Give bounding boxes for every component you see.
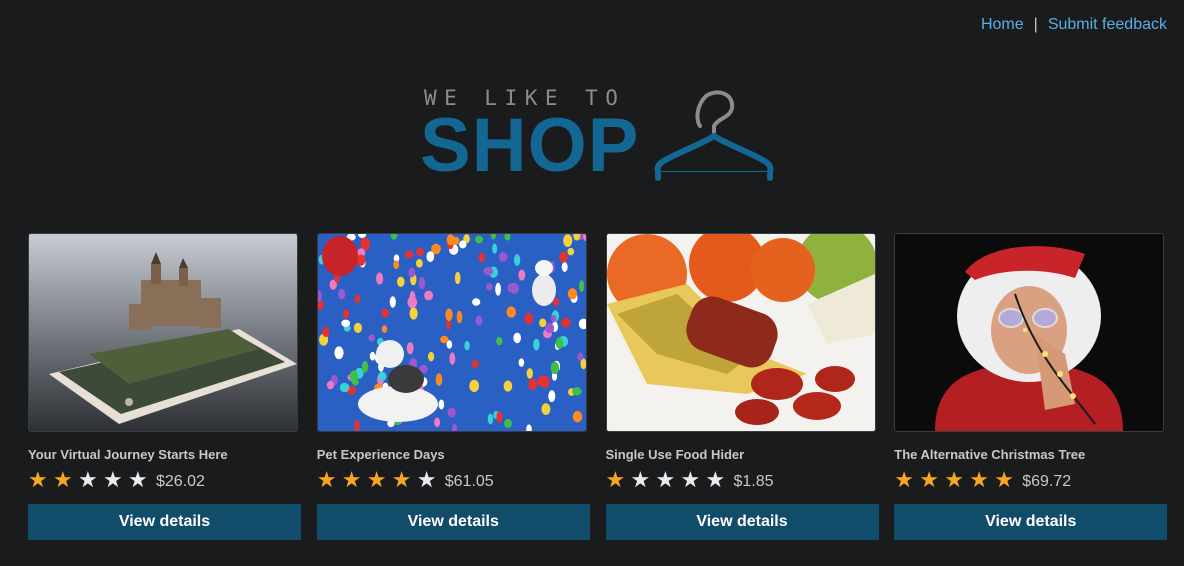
star-empty-icon: ★ <box>655 466 676 492</box>
star-empty-icon: ★ <box>128 466 148 492</box>
product-title[interactable]: The Alternative Christmas Tree <box>894 447 1168 462</box>
product-title[interactable]: Single Use Food Hider <box>606 447 880 462</box>
product-price: $1.85 <box>733 473 774 490</box>
star-empty-icon: ★ <box>416 466 437 492</box>
star-filled-icon: ★ <box>366 466 387 492</box>
star-empty-icon: ★ <box>705 466 726 492</box>
logo-brand: SHOP <box>420 103 640 188</box>
product-rating-row: ★ ★ ★ ★ ★ $1.85 <box>606 468 880 492</box>
dogs-balloons-image <box>317 234 586 431</box>
product-price: $61.05 <box>444 473 494 490</box>
product-card: Single Use Food Hider ★ ★ ★ ★ ★ $1.85 View d… <box>605 233 880 540</box>
star-filled-icon: ★ <box>605 466 626 492</box>
product-title[interactable]: Your Virtual Journey Starts Here <box>28 447 302 462</box>
product-rating-row: ★ ★ ★ ★ ★ $61.05 <box>317 468 591 492</box>
star-rating: ★ ★ ★ ★ ★ <box>894 466 1019 492</box>
hanger-icon <box>652 90 776 182</box>
view-details-button[interactable]: View details <box>894 504 1168 540</box>
product-image-christmas-tree[interactable] <box>894 233 1165 432</box>
nav-separator: | <box>1033 16 1038 33</box>
product-price: $69.72 <box>1022 473 1072 490</box>
star-empty-icon: ★ <box>78 466 98 492</box>
product-image-dogs-balloons[interactable] <box>316 233 587 432</box>
shop-logo[interactable]: WE LIKE TO SHOP <box>420 86 780 186</box>
star-filled-icon: ★ <box>894 466 914 492</box>
product-title[interactable]: Pet Experience Days <box>317 447 591 462</box>
view-details-button[interactable]: View details <box>28 504 301 540</box>
banana-sausage-image <box>606 234 875 431</box>
star-filled-icon: ★ <box>969 466 989 492</box>
product-image-food-hider[interactable] <box>605 233 876 432</box>
star-empty-icon: ★ <box>680 466 701 492</box>
star-empty-icon: ★ <box>630 466 651 492</box>
santa-lights-image <box>895 234 1164 431</box>
product-rating-row: ★ ★ ★ ★ ★ $26.02 <box>28 468 302 492</box>
star-rating: ★ ★ ★ ★ ★ <box>605 466 731 492</box>
star-rating: ★ ★ ★ ★ ★ <box>28 466 153 492</box>
star-filled-icon: ★ <box>994 466 1014 492</box>
star-filled-icon: ★ <box>944 466 964 492</box>
product-image-phone-castle[interactable] <box>28 233 298 432</box>
star-filled-icon: ★ <box>316 466 337 492</box>
product-rating-row: ★ ★ ★ ★ ★ $69.72 <box>894 468 1168 492</box>
star-filled-icon: ★ <box>919 466 939 492</box>
star-empty-icon: ★ <box>103 466 123 492</box>
phone-castle-image <box>29 234 297 431</box>
product-card: Your Virtual Journey Starts Here ★ ★ ★ ★ ★ $… <box>28 233 302 540</box>
star-filled-icon: ★ <box>53 466 73 492</box>
product-price: $26.02 <box>156 473 205 490</box>
product-card: The Alternative Christmas Tree ★ ★ ★ ★ ★ $69… <box>894 233 1168 540</box>
star-filled-icon: ★ <box>391 466 412 492</box>
view-details-button[interactable]: View details <box>605 504 879 540</box>
home-link[interactable]: Home <box>981 16 1024 34</box>
top-nav: Home | Submit feedback <box>981 16 1167 34</box>
page: Home | Submit feedback WE LIKE TO SHOP Y… <box>0 0 1184 566</box>
product-card: Pet Experience Days ★ ★ ★ ★ ★ $61.05 View de… <box>316 233 591 540</box>
view-details-button[interactable]: View details <box>316 504 590 540</box>
star-filled-icon: ★ <box>28 466 48 492</box>
submit-feedback-link[interactable]: Submit feedback <box>1048 16 1167 34</box>
star-filled-icon: ★ <box>341 466 362 492</box>
product-grid: Your Virtual Journey Starts Here ★ ★ ★ ★ ★ $… <box>28 233 1168 540</box>
star-rating: ★ ★ ★ ★ ★ <box>316 466 442 492</box>
